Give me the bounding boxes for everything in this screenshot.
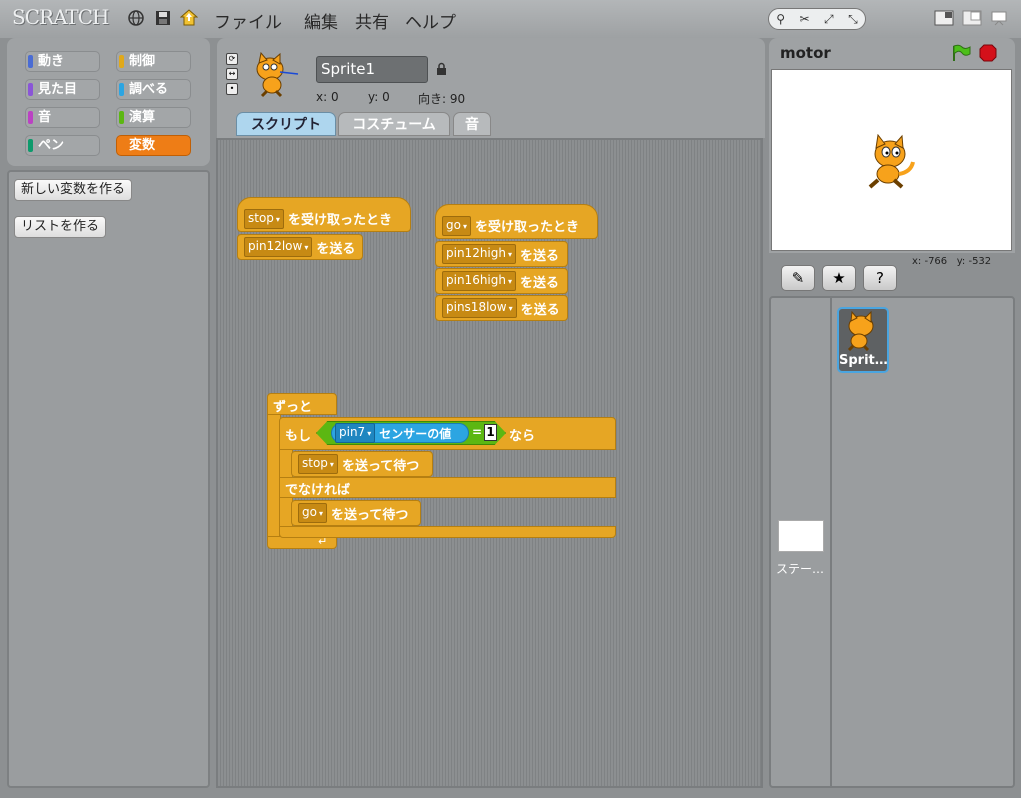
sprite-direction-readout: 向き: 90: [418, 92, 466, 106]
block-label: を送る: [520, 248, 560, 264]
presentation-mode-icon[interactable]: [989, 10, 1009, 26]
stamp-icon[interactable]: ⚲: [776, 12, 785, 26]
equals-sign: =: [472, 425, 483, 439]
block-label: を送る: [520, 275, 560, 291]
category-pen[interactable]: ペン: [25, 135, 100, 156]
message-dropdown[interactable]: go: [442, 215, 471, 236]
category-color: [119, 55, 124, 68]
paint-new-sprite-icon[interactable]: ✎: [781, 265, 815, 291]
category-sound[interactable]: 音: [25, 107, 100, 128]
lock-icon[interactable]: [436, 62, 447, 76]
scratch-logo: SCRATCH: [12, 5, 109, 29]
new-variable-button[interactable]: 新しい変数を作る: [14, 179, 133, 201]
category-motion[interactable]: 動き: [25, 51, 100, 72]
tool-buttons: ⚲ ✂ ⤢ ⤡: [768, 8, 866, 30]
save-icon[interactable]: [154, 9, 172, 27]
block-label: を送る: [316, 241, 356, 257]
category-variables[interactable]: 変数: [116, 135, 191, 156]
message-dropdown[interactable]: pin12high: [442, 244, 517, 264]
menu-help[interactable]: ヘルプ: [405, 8, 456, 33]
menu-share[interactable]: 共有: [355, 8, 389, 33]
shrink-icon[interactable]: ⤡: [848, 12, 858, 27]
block-palette: [7, 170, 210, 788]
category-color: [119, 83, 124, 96]
category-looks[interactable]: 見た目: [25, 79, 100, 100]
rotate-style-full-icon[interactable]: ⟳: [226, 53, 238, 65]
block-label: を送って待つ: [341, 458, 420, 474]
sprite-name-field[interactable]: Sprite1: [316, 56, 428, 83]
mouse-x-readout: x: -766: [912, 256, 948, 267]
scissors-icon[interactable]: ✂: [800, 12, 810, 26]
broadcast-and-wait-block[interactable]: go を送って待つ: [291, 500, 421, 526]
category-sensing[interactable]: 調べる: [116, 79, 191, 100]
menu-file[interactable]: ファイル: [214, 8, 282, 33]
broadcast-block[interactable]: pin12low を送る: [237, 234, 363, 260]
mouse-coordinates: x: -766 y: -532: [912, 256, 991, 267]
sensor-value-block[interactable]: pin7 センサーの値: [331, 423, 469, 443]
block-label: を送る: [520, 302, 560, 318]
if-else-block-bottom[interactable]: [279, 526, 616, 538]
tab-costumes[interactable]: コスチューム: [338, 112, 450, 136]
project-title: motor: [780, 44, 831, 62]
broadcast-block[interactable]: pin16high を送る: [435, 268, 568, 294]
stage-thumbnail[interactable]: [778, 520, 824, 552]
then-label: なら: [509, 429, 536, 444]
block-label: を送って待つ: [330, 507, 409, 523]
equals-value-field[interactable]: 1: [484, 424, 497, 441]
tab-scripts[interactable]: スクリプト: [236, 112, 336, 136]
forever-label: ずっと: [273, 400, 313, 415]
block-label: を受け取ったとき: [287, 213, 392, 228]
category-control[interactable]: 制御: [116, 51, 191, 72]
category-color: [28, 83, 33, 96]
grow-icon[interactable]: ⤢: [824, 12, 834, 27]
rotate-style-flip-icon[interactable]: ↔: [226, 68, 238, 80]
share-icon[interactable]: [180, 9, 198, 27]
block-label: を受け取ったとき: [474, 220, 579, 235]
sensor-dropdown[interactable]: pin7: [335, 423, 376, 443]
message-dropdown[interactable]: go: [298, 503, 327, 523]
message-dropdown[interactable]: pin12low: [244, 237, 313, 257]
stage-cat-sprite-icon[interactable]: [864, 134, 916, 190]
rotate-style-none-icon[interactable]: •: [226, 83, 238, 95]
green-flag-icon[interactable]: [951, 44, 971, 62]
sprite-thumbnail-cat-icon: [847, 311, 874, 351]
broadcast-and-wait-block[interactable]: stop を送って待つ: [291, 451, 433, 477]
category-operators[interactable]: 演算: [116, 107, 191, 128]
layout-small-stage-icon[interactable]: [934, 10, 954, 26]
layout-normal-icon[interactable]: [962, 10, 982, 26]
sprite-thumbnail-label: Sprit…: [839, 353, 888, 368]
random-sprite-icon[interactable]: ?: [863, 265, 897, 291]
globe-icon[interactable]: [127, 9, 145, 27]
sprite-y-readout: y: 0: [368, 90, 390, 104]
stop-sign-icon[interactable]: [979, 44, 997, 62]
choose-sprite-from-file-icon[interactable]: ★: [822, 265, 856, 291]
category-color: [28, 55, 33, 68]
sprite-x-readout: x: 0: [316, 90, 339, 104]
menu-edit[interactable]: 編集: [304, 8, 338, 33]
new-list-button[interactable]: リストを作る: [14, 216, 107, 238]
tab-sounds[interactable]: 音: [453, 112, 491, 136]
message-dropdown[interactable]: pin16high: [442, 271, 517, 291]
stage-thumbnail-label: ステー…: [776, 562, 825, 576]
when-receive-block[interactable]: stop を受け取ったとき: [237, 197, 411, 232]
category-color: [28, 111, 33, 124]
broadcast-block[interactable]: pin12high を送る: [435, 241, 568, 267]
category-color: [28, 139, 33, 152]
broadcast-block[interactable]: pins18low を送る: [435, 295, 568, 321]
category-color: [119, 111, 124, 124]
when-receive-block[interactable]: go を受け取ったとき: [435, 204, 598, 239]
message-dropdown[interactable]: stop: [244, 208, 284, 229]
message-dropdown[interactable]: pins18low: [442, 298, 517, 318]
sprite-thumbnail-cat-icon: [256, 52, 299, 98]
message-dropdown[interactable]: stop: [298, 454, 338, 474]
else-label: でなければ: [285, 483, 351, 498]
if-label: もし: [285, 429, 312, 444]
mouse-y-readout: y: -532: [956, 256, 992, 267]
sensor-label: センサーの値: [379, 426, 452, 441]
